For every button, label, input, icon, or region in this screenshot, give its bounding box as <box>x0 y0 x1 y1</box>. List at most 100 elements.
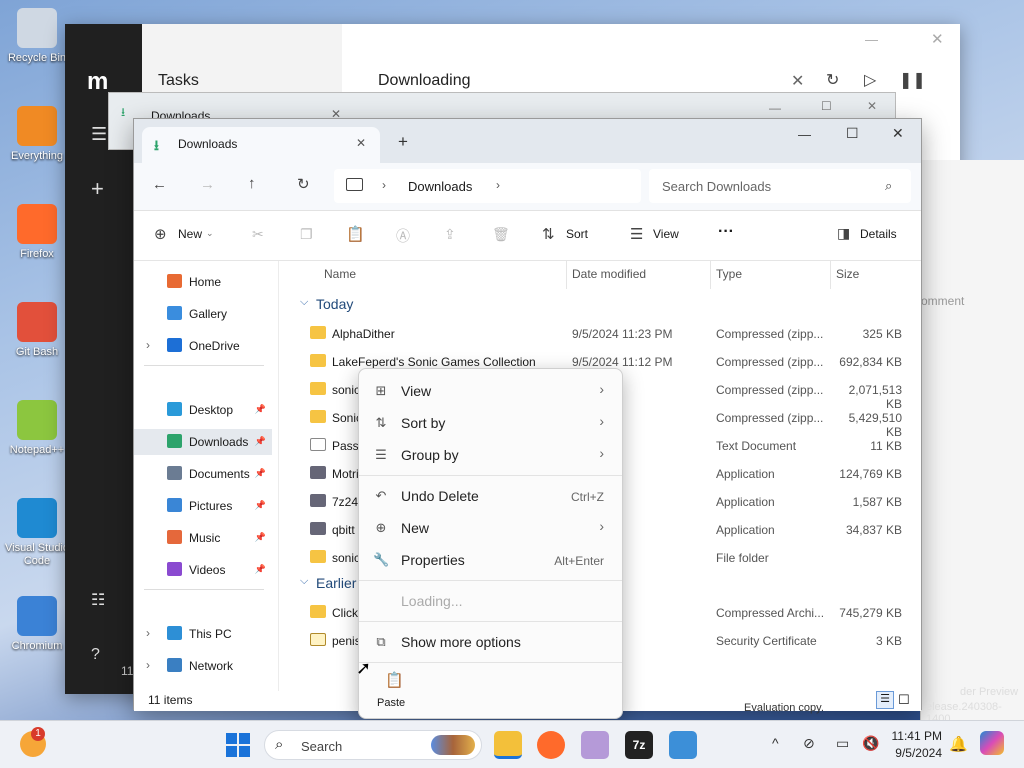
menu-undo-delete[interactable]: ↶ Undo Delete Ctrl+Z <box>363 480 620 512</box>
volume-muted-icon[interactable]: 🔇 <box>862 735 879 752</box>
close-window-icon[interactable]: ✕ <box>931 30 944 48</box>
network-off-icon[interactable]: ⊘ <box>803 735 815 752</box>
view-button[interactable]: View <box>653 227 679 241</box>
column-type[interactable]: Type <box>716 267 742 281</box>
file-name: penis <box>332 634 361 648</box>
back-minimize-icon[interactable]: — <box>769 101 781 115</box>
copilot-icon[interactable] <box>980 731 1004 755</box>
filter-icon[interactable]: ☷ <box>91 590 105 610</box>
menu-show-more-options[interactable]: ⧉ Show more options <box>363 626 620 658</box>
chevron-right-icon[interactable]: › <box>146 338 150 352</box>
details-button[interactable]: Details <box>860 227 897 241</box>
column-name[interactable]: Name <box>324 267 356 281</box>
new-tab-icon[interactable]: + <box>398 132 408 152</box>
menu-sort-by[interactable]: ⇅ Sort by › <box>363 407 620 439</box>
menu-properties[interactable]: 🔧 Properties Alt+Enter <box>363 544 620 576</box>
menu-new[interactable]: ⊕ New › <box>363 512 620 544</box>
app-taskbar-icon[interactable] <box>581 731 609 759</box>
nav-item-downloads[interactable]: Downloads 📌 <box>134 429 272 455</box>
desktop-icon[interactable]: Git Bash <box>4 302 70 359</box>
new-button[interactable]: New <box>178 227 202 241</box>
back-icon[interactable]: ← <box>152 176 167 193</box>
address-field[interactable]: › Downloads › <box>334 169 641 203</box>
desktop-icon[interactable]: Firefox <box>4 204 70 261</box>
sort-button[interactable]: Sort <box>566 227 588 241</box>
nav-item-music[interactable]: Music 📌 <box>134 525 272 551</box>
delete-icon[interactable]: 🗑 <box>492 226 510 243</box>
chevron-right-icon: › <box>599 381 604 397</box>
share-icon[interactable]: ⇪ <box>444 226 456 243</box>
menu-icon[interactable]: ☰ <box>91 124 107 145</box>
cut-icon[interactable]: ✂ <box>252 226 264 243</box>
nav-label: Music <box>189 531 221 545</box>
7zip-taskbar-icon[interactable]: 7z <box>625 731 653 759</box>
rename-icon[interactable]: Ⓐ <box>396 226 410 246</box>
firefox-taskbar-icon[interactable] <box>537 731 565 759</box>
close-icon[interactable]: ✕ <box>791 71 804 91</box>
minimize-icon[interactable]: — <box>865 32 878 47</box>
paste-icon[interactable]: 📋 <box>346 225 365 243</box>
menu-view[interactable]: ⊞ View › <box>363 375 620 407</box>
nav-item-videos[interactable]: Videos 📌 <box>134 557 272 583</box>
chevron-right-icon[interactable]: › <box>146 626 150 640</box>
tiles-view-icon[interactable]: ☐ <box>898 692 910 708</box>
refresh-icon[interactable]: ↻ <box>297 175 310 193</box>
pause-icon[interactable]: ❚❚ <box>899 70 926 90</box>
copy-icon[interactable]: ❐ <box>300 226 313 243</box>
chevron-down-icon[interactable]: ⌵ <box>300 575 308 588</box>
nav-item-desktop[interactable]: Desktop 📌 <box>134 397 272 423</box>
taskbar-search-label: Search <box>301 739 343 754</box>
image-app-taskbar-icon[interactable] <box>669 731 697 759</box>
file-row[interactable]: AlphaDither 9/5/2024 11:23 PM Compressed (… <box>284 319 914 347</box>
play-icon[interactable]: ▷ <box>864 70 876 90</box>
add-icon[interactable]: + <box>91 176 104 202</box>
nav-item-home[interactable]: Home <box>134 269 272 295</box>
help-icon[interactable]: ? <box>91 646 100 664</box>
menu-group-by[interactable]: ☰ Group by › <box>363 439 620 471</box>
close-icon[interactable]: ✕ <box>892 125 904 142</box>
monitor-icon[interactable]: ▭ <box>836 735 849 752</box>
nav-item-documents[interactable]: Documents 📌 <box>134 461 272 487</box>
tab-close-icon[interactable]: ✕ <box>356 136 366 150</box>
nav-item-this-pc[interactable]: › This PC <box>134 621 272 647</box>
desktop-icon[interactable]: Chromium <box>4 596 70 653</box>
details-view-icon[interactable]: ☰ <box>876 691 894 709</box>
nav-item-pictures[interactable]: Pictures 📌 <box>134 493 272 519</box>
minimize-icon[interactable]: — <box>798 127 811 142</box>
search-box[interactable]: Search Downloads ⌕ <box>649 169 911 203</box>
chevron-up-icon[interactable]: ^ <box>772 735 779 751</box>
maximize-icon[interactable]: ☐ <box>846 125 859 142</box>
clock-date[interactable]: 9/5/2024 <box>890 746 942 760</box>
group-icon: ☰ <box>375 447 387 462</box>
nav-item-onedrive[interactable]: › OneDrive <box>134 333 272 359</box>
file-date: 9/5/2024 11:12 PM <box>572 355 673 369</box>
column-date[interactable]: Date modified <box>572 267 646 281</box>
desktop-icon[interactable]: Visual Studio Code <box>4 498 70 568</box>
nav-divider <box>144 365 264 366</box>
nav-item-gallery[interactable]: Gallery <box>134 301 272 327</box>
chevron-right-icon[interactable]: › <box>146 658 150 672</box>
nav-item-network[interactable]: › Network <box>134 653 272 679</box>
more-options-button[interactable]: ··· <box>718 223 734 241</box>
forward-icon[interactable]: → <box>200 176 215 193</box>
file-icon <box>310 522 326 535</box>
tab-label: Downloads <box>178 137 238 151</box>
taskbar-search[interactable]: ⌕ Search <box>264 730 482 760</box>
tab-downloads[interactable]: ⭳ Downloads ✕ <box>142 127 380 163</box>
column-size[interactable]: Size <box>836 267 859 281</box>
clock-time[interactable]: 11:41 PM <box>890 729 942 743</box>
comment-label: omment <box>921 294 965 308</box>
bell-icon[interactable]: 🔔 <box>949 735 968 753</box>
desktop-icon[interactable]: Notepad++ <box>4 400 70 457</box>
windows-start-icon[interactable] <box>226 733 250 757</box>
desktop-icon[interactable]: Recycle Bin <box>4 8 70 65</box>
tab-bar: ⭳ Downloads ✕ + — ☐ ✕ <box>134 119 921 163</box>
refresh-icon[interactable]: ↻ <box>826 70 839 90</box>
file-explorer-taskbar-icon[interactable] <box>494 731 522 759</box>
paste-button[interactable]: 📋 Paste <box>363 667 421 715</box>
back-maximize-icon[interactable]: ☐ <box>821 99 832 113</box>
up-icon[interactable]: ↑ <box>248 175 256 192</box>
chevron-down-icon[interactable]: ⌵ <box>300 296 308 309</box>
desktop-icon[interactable]: Everything <box>4 106 70 163</box>
back-close-icon[interactable]: ✕ <box>867 99 877 113</box>
